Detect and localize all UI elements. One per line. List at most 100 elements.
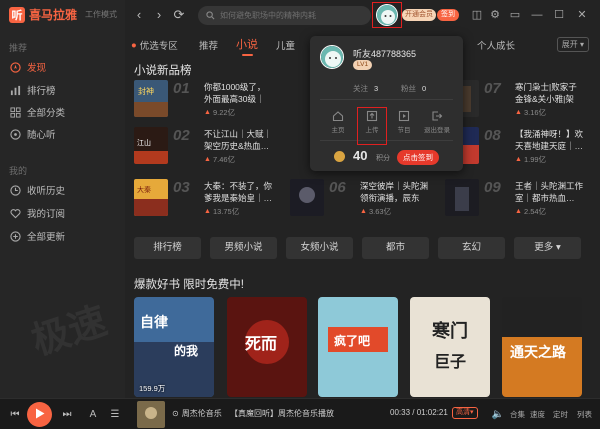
play-count: ▲ 2.54亿 xyxy=(515,207,547,216)
playlist-label[interactable]: 列表 xyxy=(577,409,592,420)
genre-button-ranking[interactable]: 排行榜 xyxy=(134,237,201,259)
tab-novel[interactable]: 小说 xyxy=(236,36,258,56)
section-title-free-books: 爆款好书 限时免费中! xyxy=(134,279,244,291)
genre-button-more[interactable]: 更多 ▾ xyxy=(514,237,581,259)
genre-button-male[interactable]: 男频小说 xyxy=(210,237,277,259)
coin-icon xyxy=(334,151,345,162)
book-card[interactable]: 疯了吧 xyxy=(318,297,398,397)
highlight-upload-box xyxy=(357,107,387,145)
player-bar: ⏮ ⏭ A ☰ ⊙ 周杰伦音乐 【真魔回听】周杰伦音乐播放 00:33 / 01:… xyxy=(0,398,600,429)
tab-recommend[interactable]: 推荐 xyxy=(199,38,218,52)
search-icon xyxy=(206,7,215,25)
sidebar-item-random-listen[interactable]: 随心听 xyxy=(0,124,125,144)
search-box[interactable] xyxy=(198,6,371,25)
work-mode-label[interactable]: 工作模式 xyxy=(85,9,117,20)
skin-icon[interactable]: ◫ xyxy=(470,8,484,22)
compass-icon xyxy=(9,61,21,73)
next-icon[interactable]: ⏭ xyxy=(60,408,74,422)
fans-count[interactable]: 粉丝 0 xyxy=(401,83,426,94)
logout-button[interactable]: 退出登录 xyxy=(423,109,451,134)
svg-text:通天之路: 通天之路 xyxy=(510,344,567,360)
fire-icon: ▲ xyxy=(515,208,522,215)
sign-in-badge[interactable]: 签到 xyxy=(437,9,459,21)
ai-voice-icon[interactable]: A xyxy=(86,408,100,422)
sidebar-item-ranking[interactable]: 排行榜 xyxy=(0,80,125,100)
points-value: 40 xyxy=(353,148,368,163)
sidebar-item-history[interactable]: 收听历史 xyxy=(0,180,125,200)
svg-text:自律: 自律 xyxy=(140,314,168,330)
genre-button-female[interactable]: 女频小说 xyxy=(286,237,353,259)
timer-label[interactable]: 定时 xyxy=(553,409,568,420)
genre-button-fantasy[interactable]: 玄幻 xyxy=(438,237,505,259)
volume-icon[interactable]: 🔈 xyxy=(491,408,505,422)
section-title-new-books: 小说新品榜 xyxy=(134,65,192,77)
list-item[interactable]: 09 王者｜头陀渊工作室｜都市热血… ▲ 2.54亿 xyxy=(445,179,593,216)
list-item[interactable]: 08 【我涌神呀！】欢天喜地建天庭｜… ▲ 1.99亿 xyxy=(445,127,593,164)
sidebar-item-categories[interactable]: 全部分类 xyxy=(0,102,125,122)
mini-mode-icon[interactable]: ▭ xyxy=(508,8,522,22)
track-title[interactable]: 【真魔回听】周杰伦音乐播放 xyxy=(230,408,334,419)
list-item[interactable]: 江山 02 不让江山｜大赋｜架空历史&热血… ▲ 7.46亿 xyxy=(134,127,282,164)
play-count: ▲ 9.22亿 xyxy=(204,108,236,117)
playlist-mode-icon[interactable]: ☰ xyxy=(108,408,122,422)
list-item[interactable]: 大秦 03 大秦：不装了，你爹我是秦始皇｜… ▲ 13.75亿 xyxy=(134,179,282,216)
homepage-button[interactable]: 主页 xyxy=(324,109,352,134)
rank-number: 08 xyxy=(484,127,501,144)
track-cover[interactable] xyxy=(137,401,165,428)
tab-featured[interactable]: ● 优选专区 xyxy=(131,38,178,53)
settings-icon[interactable]: ⚙ xyxy=(488,8,502,22)
quality-selector[interactable]: 高清▾ xyxy=(452,407,478,419)
expand-tabs-button[interactable]: 展开 ▾ xyxy=(556,37,589,52)
app-logo[interactable]: 听 喜马拉雅 工作模式 xyxy=(9,6,117,23)
book-title: 不让江山｜大赋｜架空历史&热血… xyxy=(204,129,272,151)
refresh-button[interactable]: ⟳ xyxy=(171,7,187,23)
list-item[interactable]: 07 寒门枭士|败家子金锋&关小雅|架空… ▲3.16亿 xyxy=(445,80,593,117)
checkin-button[interactable]: 点击签到 xyxy=(397,150,439,165)
book-cover: 封神 xyxy=(134,80,168,117)
tab-personal-growth[interactable]: 个人成长 xyxy=(477,38,515,52)
book-card[interactable]: 寒门 巨子 xyxy=(410,297,490,397)
svg-text:死而: 死而 xyxy=(245,335,277,353)
book-card[interactable]: 死而 xyxy=(227,297,307,397)
programs-button[interactable]: 节目 xyxy=(390,109,418,134)
vip-badge[interactable]: 开通会员 xyxy=(402,9,436,21)
logout-icon xyxy=(431,109,443,121)
play-button[interactable] xyxy=(27,402,52,427)
search-input[interactable] xyxy=(220,11,370,20)
sidebar-item-subscriptions[interactable]: 我的订阅 xyxy=(0,203,125,223)
sidebar-item-updates[interactable]: 全部更新 xyxy=(0,226,125,246)
level-badge: LV1 xyxy=(353,60,373,70)
previous-icon[interactable]: ⏮ xyxy=(8,408,22,422)
follow-count[interactable]: 关注 3 xyxy=(353,83,378,94)
book-card[interactable]: 通天之路 xyxy=(502,297,582,397)
book-card[interactable]: 自律 的我 159.9万 xyxy=(134,297,214,397)
sidebar-item-label: 随心听 xyxy=(27,130,56,141)
play-count: ▲ 7.46亿 xyxy=(204,155,236,164)
genre-button-city[interactable]: 都市 xyxy=(362,237,429,259)
svg-text:大秦: 大秦 xyxy=(137,185,151,194)
rank-number: 01 xyxy=(173,80,190,97)
collection-label[interactable]: 合集 xyxy=(510,409,525,420)
heart-icon xyxy=(9,207,21,219)
sidebar-item-discover[interactable]: 发现 xyxy=(0,57,125,77)
minimize-icon[interactable]: — xyxy=(530,8,544,22)
forward-button[interactable]: › xyxy=(151,7,167,23)
speed-label[interactable]: 速度 xyxy=(530,409,545,420)
popup-avatar[interactable] xyxy=(320,45,344,69)
play-count: ▲ 13.75亿 xyxy=(204,207,240,216)
play-count: 159.9万 xyxy=(139,384,166,393)
sidebar-item-label: 全部分类 xyxy=(27,108,66,119)
book-title: 大秦：不装了，你爹我是秦始皇｜… xyxy=(204,181,272,203)
book-title: 寒门枭士|败家子金锋&关小雅|架空… xyxy=(515,82,577,104)
maximize-icon[interactable]: ☐ xyxy=(552,8,566,22)
track-author[interactable]: ⊙ 周杰伦音乐 xyxy=(172,408,222,419)
list-item[interactable]: 封神 01 你都1000级了，外面最高30级｜爆… ▲9.22亿 xyxy=(134,80,282,117)
play-icon xyxy=(35,406,45,424)
grid-icon xyxy=(9,106,21,118)
sidebar-item-label: 排行榜 xyxy=(27,86,56,97)
list-item[interactable]: 06 深空彼岸｜头陀渊领衔演播，辰东口… ▲3.63亿 xyxy=(290,179,438,216)
tab-children[interactable]: 儿童 xyxy=(276,38,295,52)
rank-number: 02 xyxy=(173,127,190,144)
back-button[interactable]: ‹ xyxy=(131,7,147,23)
close-icon[interactable]: ✕ xyxy=(575,8,589,22)
